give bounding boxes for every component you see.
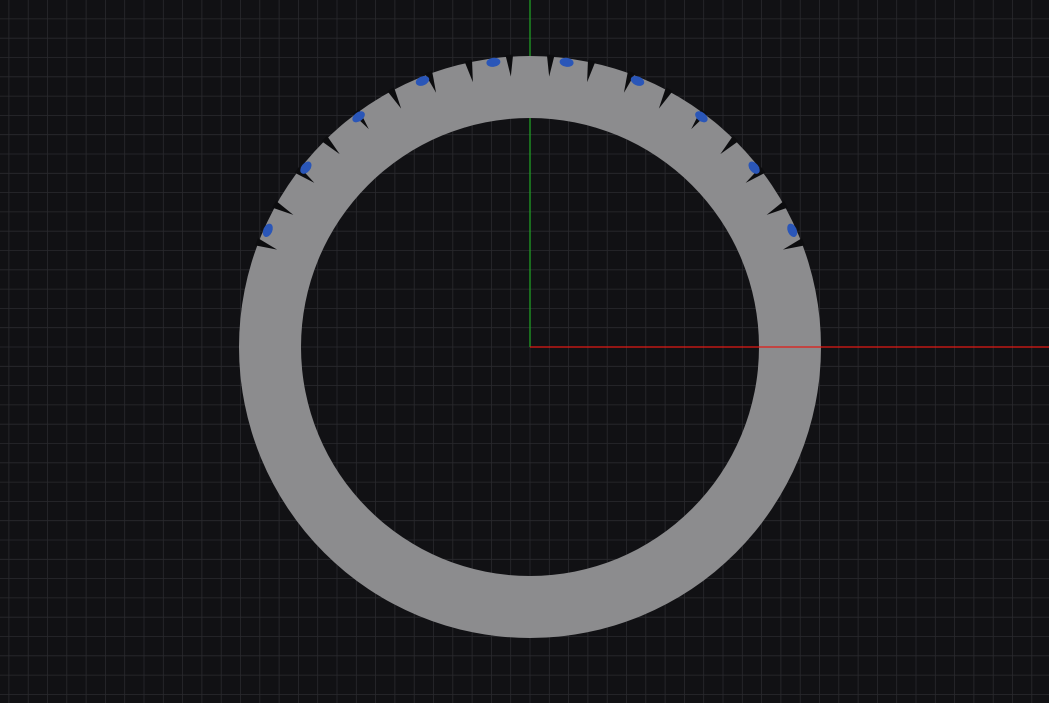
viewport-canvas[interactable]: [0, 0, 1049, 703]
3d-viewport[interactable]: [0, 0, 1049, 703]
